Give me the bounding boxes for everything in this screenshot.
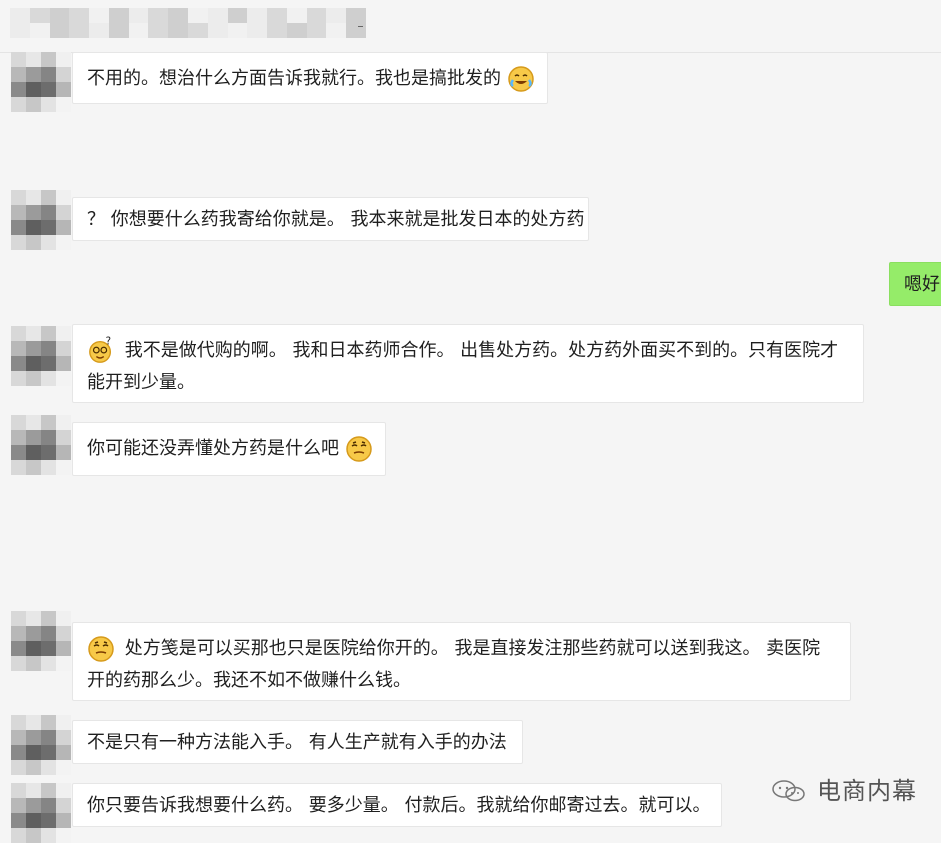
message-text: 不用的。想治什么方面告诉我就行。我也是搞批发的: [87, 68, 507, 89]
avatar[interactable]: [11, 190, 71, 250]
avatar[interactable]: [11, 52, 71, 112]
watermark-text: 电商内幕: [817, 777, 917, 805]
message-bubble: 处方笺是可以买那也只是医院给你开的。 我是直接发注那些药就可以送到我这。 卖医院…: [72, 622, 851, 701]
message-bubble: 不是只有一种方法能入手。 有人生产就有入手的办法: [72, 720, 523, 764]
message-text: 你只要告诉我想要什么药。 要多少量。 付款后。我就给你邮寄过去。就可以。: [87, 795, 711, 816]
pixelated-title: [10, 8, 366, 38]
avatar[interactable]: [11, 715, 71, 775]
avatar[interactable]: [11, 611, 71, 671]
message-text: 不是只有一种方法能入手。 有人生产就有入手的办法: [87, 732, 507, 753]
smug-emoji-icon: [87, 635, 115, 663]
message-bubble: 嗯好: [889, 262, 941, 306]
message-text: 处方笺是可以买那也只是医院给你开的。 我是直接发注那些药就可以送到我这。 卖医院…: [87, 638, 821, 691]
svg-text:?: ?: [106, 336, 111, 347]
message-bubble: 不用的。想治什么方面告诉我就行。我也是搞批发的: [72, 52, 548, 104]
watermark: 电商内幕: [771, 776, 917, 806]
title-bar: [0, 0, 941, 53]
laughing-tears-emoji-icon: [507, 65, 535, 93]
avatar[interactable]: [11, 326, 71, 386]
avatar[interactable]: [11, 783, 71, 843]
smug-emoji-icon: [345, 435, 373, 463]
wechat-logo-icon: [772, 780, 805, 802]
avatar[interactable]: [11, 415, 71, 475]
message-bubble: ? 我不是做代购的啊。 我和日本药师合作。 出售处方药。处方药外面买不到的。只有…: [72, 324, 864, 403]
message-text: ？ 你想要什么药我寄给你就是。 我本来就是批发日本的处方药: [87, 209, 585, 230]
message-bubble: 你只要告诉我想要什么药。 要多少量。 付款后。我就给你邮寄过去。就可以。: [72, 783, 722, 827]
title-separator: [358, 26, 363, 27]
message-bubble: ？ 你想要什么药我寄给你就是。 我本来就是批发日本的处方药: [72, 197, 589, 241]
dizzy-question-emoji-icon: ?: [87, 336, 115, 365]
message-text: 嗯好: [904, 274, 940, 295]
message-text: 我不是做代购的啊。 我和日本药师合作。 出售处方药。处方药外面买不到的。只有医院…: [87, 340, 839, 393]
message-bubble: 你可能还没弄懂处方药是什么吧: [72, 422, 386, 476]
message-text: 你可能还没弄懂处方药是什么吧: [87, 438, 339, 459]
